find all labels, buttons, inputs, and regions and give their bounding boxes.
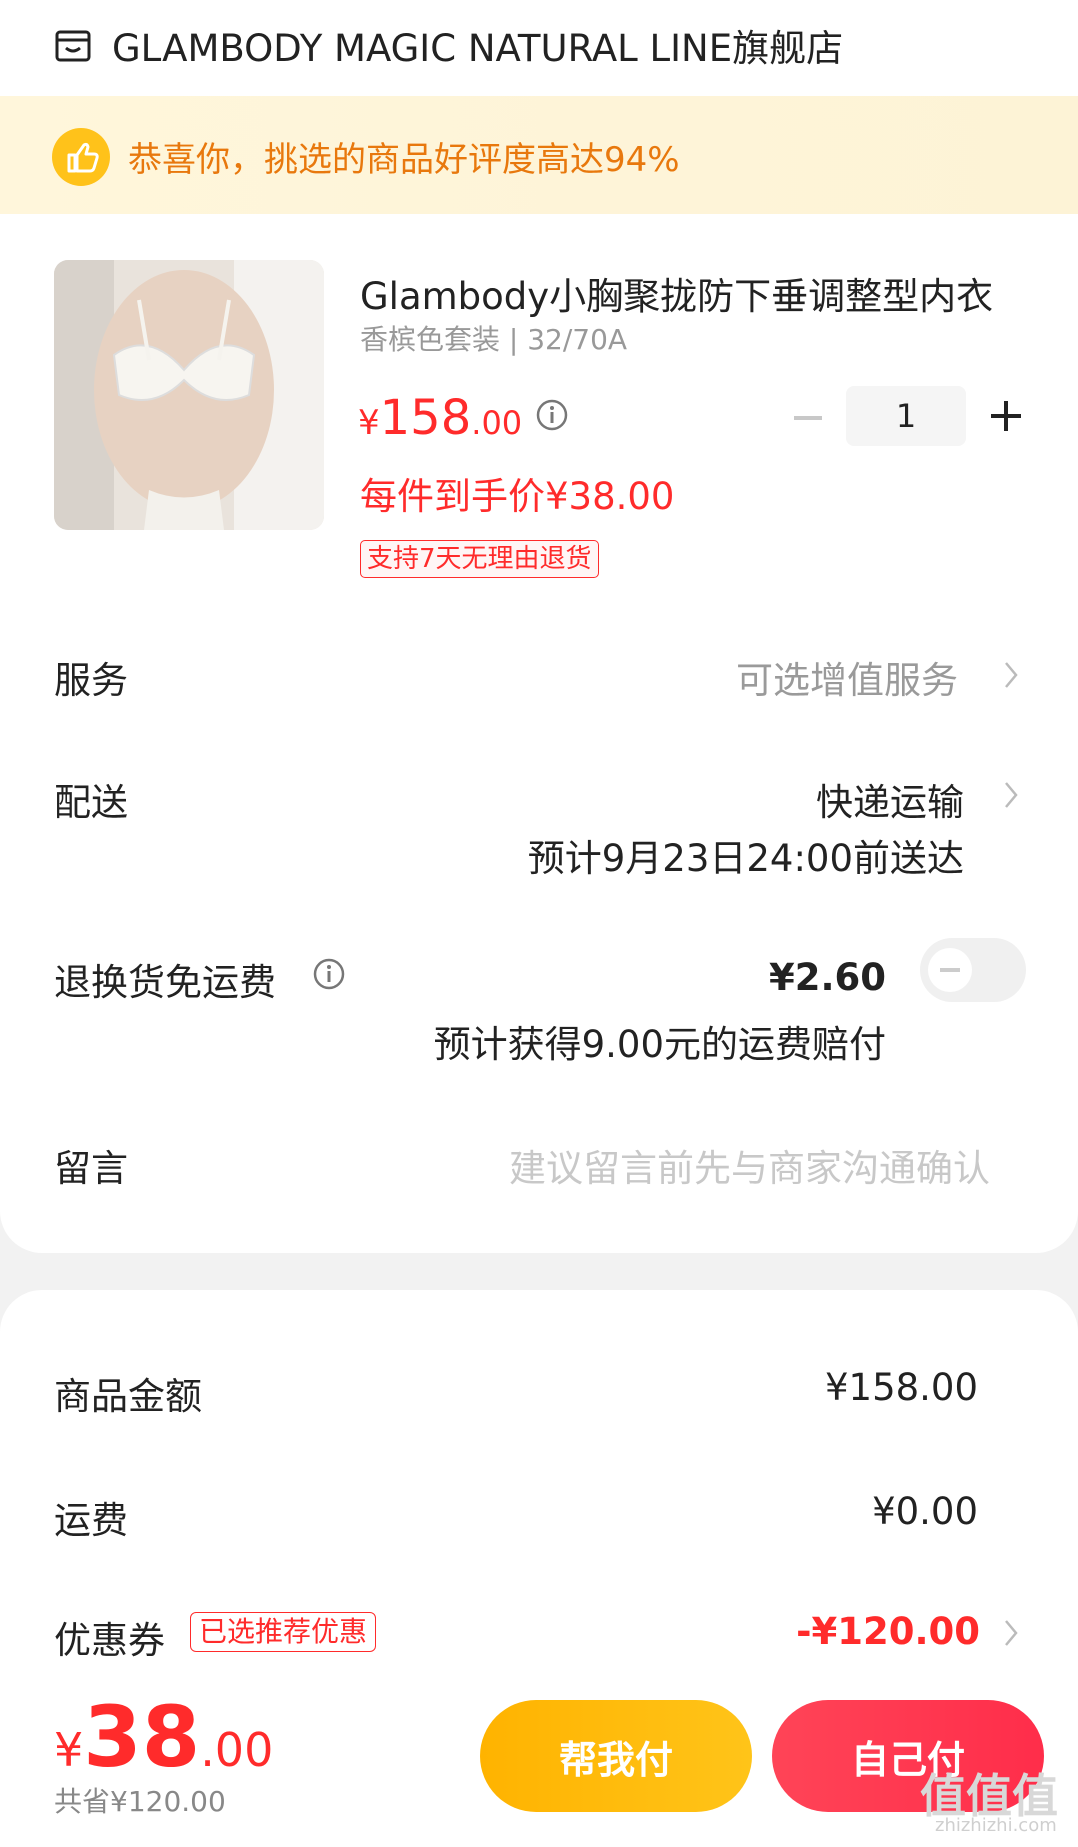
quantity-increase-button[interactable] xyxy=(986,396,1026,436)
message-input[interactable]: 建议留言前先与商家沟通确认 xyxy=(509,1138,990,1192)
product-sku[interactable]: 香槟色套装 | 32/70A xyxy=(360,318,627,358)
rating-banner: 恭喜你，挑选的商品好评度高达94% xyxy=(0,96,1078,214)
shipping-fee-value: ¥0.00 xyxy=(872,1490,978,1533)
per-item-price: 每件到手价¥38.00 xyxy=(360,475,675,518)
product-image[interactable] xyxy=(54,260,324,530)
thumbs-up-icon xyxy=(52,128,110,186)
product-price: ¥158.00 xyxy=(358,390,523,446)
message-label: 留言 xyxy=(54,1147,128,1190)
coupon-badge: 已选推荐优惠 xyxy=(190,1612,377,1652)
chevron-right-icon[interactable] xyxy=(1003,660,1019,690)
toggle-knob xyxy=(928,948,972,992)
product-title[interactable]: Glambody小胸聚拢防下垂调整型内衣 xyxy=(360,266,1010,320)
total-saved: 共省¥120.00 xyxy=(54,1785,226,1818)
return-policy-tag: 支持7天无理由退货 xyxy=(360,540,599,578)
service-value[interactable]: 可选增值服务 xyxy=(736,650,958,704)
watermark-url: zhizhizhi.com xyxy=(935,1815,1057,1836)
goods-amount-value: ¥158.00 xyxy=(824,1366,978,1409)
total-price: ¥38.00 xyxy=(54,1688,274,1786)
quantity-input[interactable]: 1 xyxy=(846,386,966,446)
help-pay-button[interactable]: 帮我付 xyxy=(480,1700,752,1812)
service-label: 服务 xyxy=(54,659,128,702)
coupon-value[interactable]: -¥120.00 xyxy=(796,1610,980,1653)
store-icon xyxy=(55,30,91,62)
return-shipping-price: ¥2.60 xyxy=(768,956,886,999)
store-name: GLAMBODY MAGIC NATURAL LINE旗舰店 xyxy=(112,27,844,70)
delivery-value[interactable]: 快递运输 xyxy=(816,772,964,826)
shipping-fee-label: 运费 xyxy=(54,1499,128,1542)
delivery-label: 配送 xyxy=(54,781,128,824)
quantity-decrease-button[interactable] xyxy=(788,398,828,438)
chevron-right-icon[interactable] xyxy=(1003,1618,1019,1648)
return-shipping-label: 退换货免运费 xyxy=(54,961,276,1004)
goods-amount-label: 商品金额 xyxy=(54,1375,202,1418)
coupon-label: 优惠券 xyxy=(54,1619,165,1662)
banner-text: 恭喜你，挑选的商品好评度高达94% xyxy=(128,140,680,180)
delivery-eta: 预计9月23日24:00前送达 xyxy=(527,837,964,880)
return-shipping-note: 预计获得9.00元的运费赔付 xyxy=(433,1023,886,1066)
store-header[interactable]: GLAMBODY MAGIC NATURAL LINE旗舰店 xyxy=(54,10,843,80)
return-shipping-info-icon[interactable] xyxy=(312,957,346,991)
price-info-icon[interactable] xyxy=(535,398,569,432)
return-shipping-toggle[interactable] xyxy=(920,938,1026,1002)
chevron-right-icon[interactable] xyxy=(1003,780,1019,810)
